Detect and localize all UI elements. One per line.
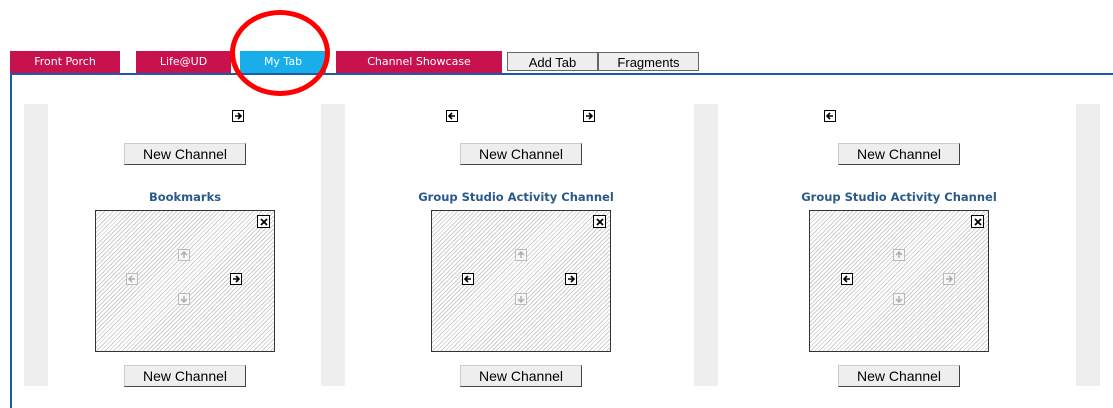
new-channel-button[interactable]: New Channel xyxy=(838,365,960,387)
close-icon[interactable] xyxy=(257,215,270,228)
move-down-arrow-icon xyxy=(178,293,190,305)
fragments-button[interactable]: Fragments xyxy=(598,52,699,71)
new-channel-button[interactable]: New Channel xyxy=(460,365,582,387)
move-down-arrow-icon xyxy=(515,293,527,305)
move-left-arrow-icon[interactable] xyxy=(462,273,474,285)
add-tab-button[interactable]: Add Tab xyxy=(507,52,598,71)
close-icon[interactable] xyxy=(971,215,984,228)
new-channel-button[interactable]: New Channel xyxy=(124,365,246,387)
tab-front-porch[interactable]: Front Porch xyxy=(10,51,120,73)
move-column-right-arrow-icon[interactable] xyxy=(232,110,244,122)
channel-title: Group Studio Activity Channel xyxy=(801,190,997,204)
tab-underline xyxy=(10,73,1113,75)
close-icon[interactable] xyxy=(593,215,606,228)
new-channel-button[interactable]: New Channel xyxy=(838,143,960,165)
content-left-border xyxy=(10,73,12,408)
channel-box xyxy=(809,210,989,352)
channel-box xyxy=(431,210,611,352)
column-gutter xyxy=(1076,104,1100,386)
move-left-arrow-icon xyxy=(126,273,138,285)
move-up-arrow-icon xyxy=(893,249,905,261)
channel-title: Group Studio Activity Channel xyxy=(418,190,614,204)
column-gutter xyxy=(321,104,345,386)
column-gutter xyxy=(694,104,718,386)
column-gutter xyxy=(24,104,48,386)
move-column-left-arrow-icon[interactable] xyxy=(446,110,458,122)
channel-title: Bookmarks xyxy=(148,190,222,204)
move-column-right-arrow-icon[interactable] xyxy=(583,110,595,122)
move-up-arrow-icon xyxy=(178,249,190,261)
new-channel-button[interactable]: New Channel xyxy=(460,143,582,165)
tab-channel-showcase[interactable]: Channel Showcase xyxy=(336,51,502,73)
new-channel-button[interactable]: New Channel xyxy=(124,143,246,165)
tab-my-tab[interactable]: My Tab xyxy=(240,51,326,73)
channel-box xyxy=(95,210,275,352)
move-up-arrow-icon xyxy=(515,249,527,261)
move-right-arrow-icon[interactable] xyxy=(565,273,577,285)
move-right-arrow-icon xyxy=(943,273,955,285)
move-down-arrow-icon xyxy=(893,293,905,305)
tab-life-ud[interactable]: Life@UD xyxy=(136,51,231,73)
move-column-left-arrow-icon[interactable] xyxy=(824,110,836,122)
move-left-arrow-icon[interactable] xyxy=(841,273,853,285)
move-right-arrow-icon[interactable] xyxy=(230,273,242,285)
